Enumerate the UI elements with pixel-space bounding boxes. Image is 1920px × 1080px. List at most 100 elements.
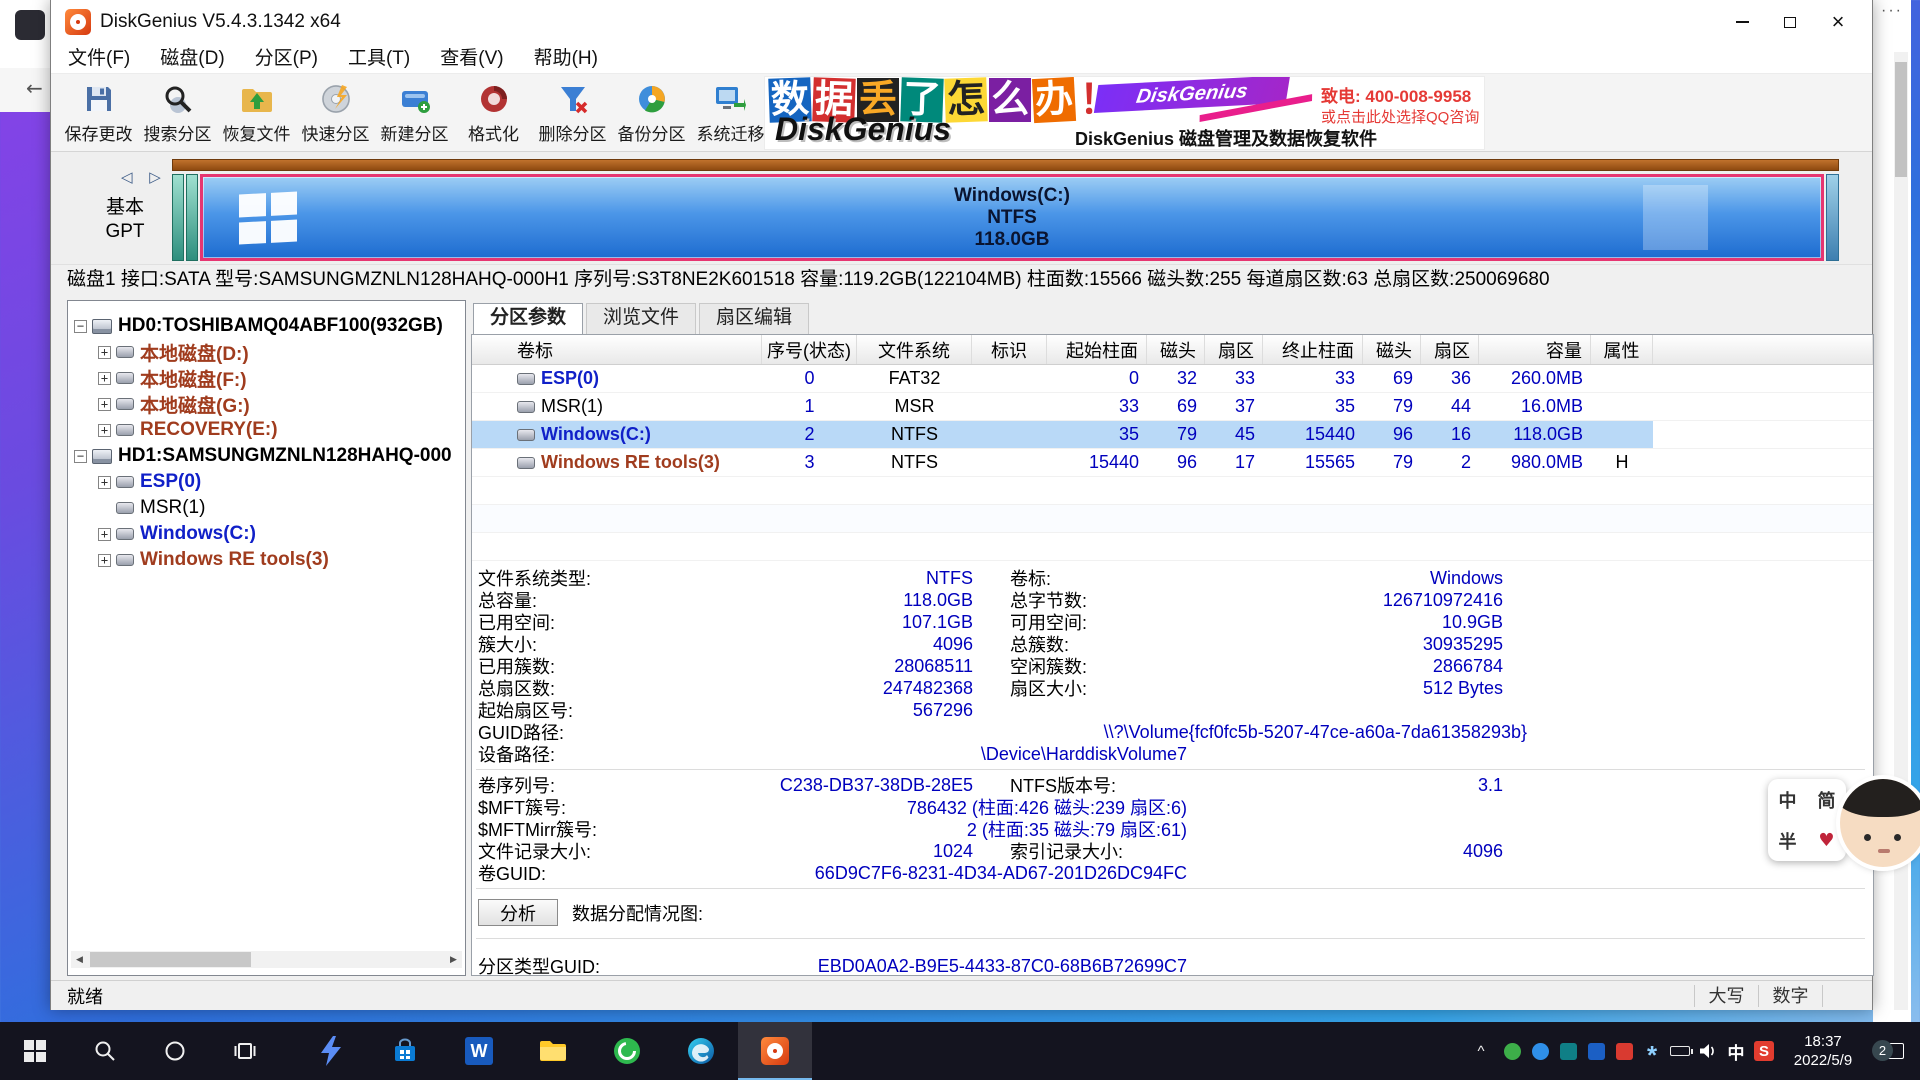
sogou-sticker-face[interactable] xyxy=(1840,779,1920,867)
column-header[interactable]: 终止柱面 xyxy=(1263,335,1363,364)
column-header[interactable]: 标识 xyxy=(972,335,1047,364)
start-button[interactable] xyxy=(0,1022,70,1080)
partition-segment-esp[interactable] xyxy=(172,174,184,261)
new-partition-button[interactable]: 新建分区 xyxy=(375,76,454,150)
partition-segment-windows[interactable]: Windows(C:) NTFS 118.0GB xyxy=(200,174,1824,261)
scroll-left-icon[interactable]: ◀ xyxy=(71,951,88,968)
menu-item[interactable]: 文件(F) xyxy=(53,44,145,74)
tab-1[interactable]: 浏览文件 xyxy=(586,303,696,334)
tray-icon-red-app[interactable] xyxy=(1610,1022,1638,1080)
table-row[interactable]: ESP(0)0FAT3203233336936260.0MB xyxy=(472,365,1873,393)
tree-horizontal-scrollbar[interactable]: ◀ ▶ xyxy=(71,951,462,968)
input-language-indicator[interactable]: 中 xyxy=(1722,1022,1750,1080)
scroll-right-icon[interactable]: ▶ xyxy=(445,951,462,968)
system-migrate-button[interactable]: 系统迁移 xyxy=(691,76,770,150)
taskbar-app-explorer[interactable] xyxy=(516,1022,590,1080)
delete-partition-button[interactable]: 删除分区 xyxy=(533,76,612,150)
hidden-icons-chevron[interactable]: ^ xyxy=(1464,1022,1498,1080)
menu-item[interactable]: 磁盘(D) xyxy=(145,44,239,74)
banner-qq-link[interactable]: 或点击此处选择QQ咨询 xyxy=(1321,106,1479,127)
column-header[interactable]: 起始柱面 xyxy=(1047,335,1147,364)
tray-icon-teal-app[interactable] xyxy=(1554,1022,1582,1080)
tray-icon-blue-square-app[interactable] xyxy=(1582,1022,1610,1080)
column-header[interactable]: 扇区 xyxy=(1421,335,1479,364)
cortana-button[interactable] xyxy=(140,1022,210,1080)
tree-item[interactable]: −HD0:TOSHIBAMQ04ABF100(932GB) xyxy=(68,313,465,339)
column-header[interactable]: 序号(状态) xyxy=(762,335,857,364)
tray-icon-antivirus[interactable] xyxy=(1498,1022,1526,1080)
expand-toggle-icon[interactable]: + xyxy=(98,424,111,437)
battery-icon[interactable] xyxy=(1666,1022,1694,1080)
table-row[interactable]: Windows(C:)2NTFS357945154409616118.0GB xyxy=(472,421,1873,449)
tray-icon-blue-app[interactable] xyxy=(1526,1022,1554,1080)
analyze-button[interactable]: 分析 xyxy=(478,899,558,926)
sogou-heart-icon[interactable]: ♥ xyxy=(1818,830,1834,851)
maximize-button[interactable] xyxy=(1766,0,1814,44)
more-options-icon[interactable]: ··· xyxy=(1873,2,1911,20)
quick-partition-button[interactable]: 快速分区 xyxy=(296,76,375,150)
table-row[interactable]: MSR(1)1MSR33693735794416.0MB xyxy=(472,393,1873,421)
expand-toggle-icon[interactable]: + xyxy=(98,398,111,411)
sogou-mode-halfwidth[interactable]: 半 xyxy=(1779,828,1797,854)
tree-item[interactable]: −HD1:SAMSUNGMZNLN128HAHQ-000 xyxy=(68,443,465,469)
volume-icon[interactable] xyxy=(1694,1022,1722,1080)
recover-files-button[interactable]: 恢复文件 xyxy=(217,76,296,150)
disk-nav-arrows[interactable]: ◁ ▷ xyxy=(121,168,167,186)
tree-item[interactable]: +本地磁盘(D:) xyxy=(68,339,465,365)
sogou-mode-chinese[interactable]: 中 xyxy=(1779,787,1797,813)
tree-item[interactable]: +Windows RE tools(3) xyxy=(68,547,465,573)
table-row[interactable]: Windows RE tools(3)3NTFS1544096171556579… xyxy=(472,449,1873,477)
partition-segment-re-tools[interactable] xyxy=(1826,174,1839,261)
task-view-button[interactable] xyxy=(210,1022,280,1080)
scrollbar-thumb[interactable] xyxy=(90,952,251,967)
menu-item[interactable]: 工具(T) xyxy=(333,44,425,74)
taskbar-app-diskgenius[interactable] xyxy=(738,1022,812,1080)
clock[interactable]: 18:37 2022/5/9 xyxy=(1778,1032,1868,1070)
taskbar-app-store[interactable] xyxy=(368,1022,442,1080)
sogou-mode-panel[interactable]: 中 简 半 ♥ xyxy=(1768,779,1846,861)
format-button[interactable]: 格式化 xyxy=(454,76,533,150)
sogou-input-widget[interactable]: 中 简 半 ♥ xyxy=(1768,779,1920,867)
taskbar-app-browser-green[interactable] xyxy=(590,1022,664,1080)
column-header[interactable]: 磁头 xyxy=(1363,335,1421,364)
scrollbar-thumb[interactable] xyxy=(1895,62,1907,177)
backup-partition-button[interactable]: 备份分区 xyxy=(612,76,691,150)
column-header[interactable]: 属性 xyxy=(1591,335,1653,364)
taskbar-app-word[interactable] xyxy=(442,1022,516,1080)
expand-toggle-icon[interactable]: + xyxy=(98,554,111,567)
tree-item[interactable]: MSR(1) xyxy=(68,495,465,521)
promo-banner[interactable]: 数据丢了怎么办！ DiskGenius DiskGenius 致电: 400-0… xyxy=(764,76,1485,150)
menu-item[interactable]: 帮助(H) xyxy=(519,44,613,74)
tree-item[interactable]: +Windows(C:) xyxy=(68,521,465,547)
partition-segment-msr[interactable] xyxy=(186,174,198,261)
taskbar-app-lightning[interactable] xyxy=(294,1022,368,1080)
scrollbar-track[interactable] xyxy=(88,951,445,968)
column-header[interactable]: 文件系统 xyxy=(857,335,972,364)
taskbar-app-edge[interactable] xyxy=(664,1022,738,1080)
expand-toggle-icon[interactable]: + xyxy=(98,528,111,541)
tab-0[interactable]: 分区参数 xyxy=(473,303,583,334)
back-arrow-icon[interactable]: ← xyxy=(26,76,43,100)
expand-toggle-icon[interactable]: + xyxy=(98,372,111,385)
expand-toggle-icon[interactable]: − xyxy=(74,450,87,463)
expand-toggle-icon[interactable]: + xyxy=(98,476,111,489)
minimize-button[interactable] xyxy=(1718,0,1766,44)
expand-toggle-icon[interactable]: + xyxy=(98,346,111,359)
save-changes-button[interactable]: 保存更改 xyxy=(59,76,138,150)
tree-item[interactable]: +ESP(0) xyxy=(68,469,465,495)
sogou-mode-simplified[interactable]: 简 xyxy=(1818,787,1836,813)
tree-item[interactable]: +本地磁盘(G:) xyxy=(68,391,465,417)
tab-2[interactable]: 扇区编辑 xyxy=(699,303,809,334)
search-partition-button[interactable]: 搜索分区 xyxy=(138,76,217,150)
menu-item[interactable]: 分区(P) xyxy=(240,44,333,74)
snowflake-icon[interactable] xyxy=(1638,1022,1666,1080)
menu-item[interactable]: 查看(V) xyxy=(425,44,518,74)
action-center-button[interactable]: 2 xyxy=(1868,1022,1920,1080)
close-button[interactable]: × xyxy=(1814,0,1862,44)
sogou-tray-icon[interactable]: S xyxy=(1750,1022,1778,1080)
tree-item[interactable]: +RECOVERY(E:) xyxy=(68,417,465,443)
column-header[interactable]: 卷标 xyxy=(472,335,762,364)
column-header[interactable]: 扇区 xyxy=(1205,335,1263,364)
tree-item[interactable]: +本地磁盘(F:) xyxy=(68,365,465,391)
column-header[interactable]: 磁头 xyxy=(1147,335,1205,364)
